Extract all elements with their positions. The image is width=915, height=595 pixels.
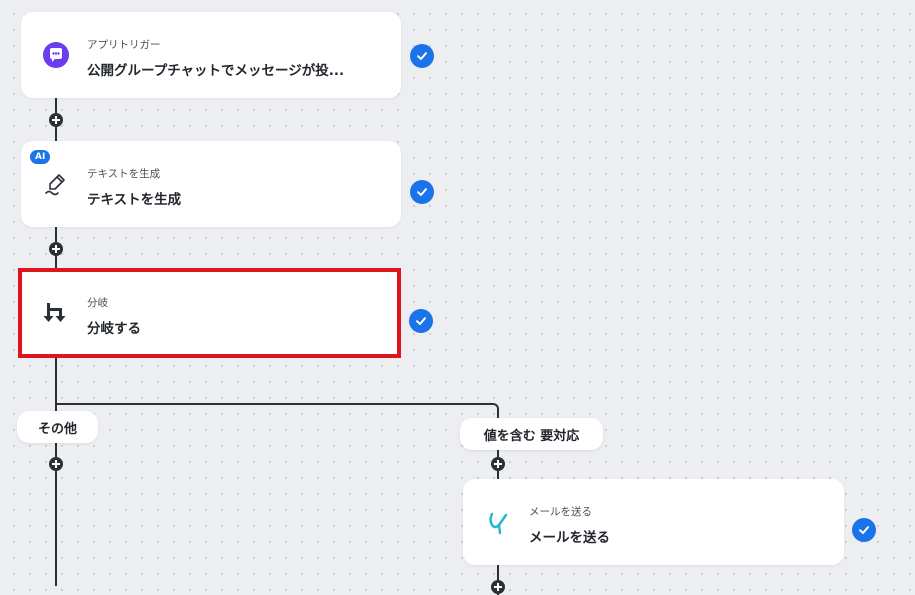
pen-writing-icon — [41, 169, 71, 199]
mail-send-icon — [483, 507, 513, 537]
mail-step-card[interactable]: メールを送る メールを送る — [463, 479, 844, 565]
branch-label-other[interactable]: その他 — [17, 411, 98, 443]
chat-bubble-icon — [41, 40, 71, 70]
add-step-button[interactable] — [491, 457, 505, 471]
branch-label-condition[interactable]: 値を含む 要対応 — [460, 418, 603, 450]
completed-check-icon — [409, 309, 433, 333]
step-title: テキストを生成 — [87, 192, 182, 208]
add-step-button[interactable] — [491, 580, 505, 594]
selection-highlight — [18, 268, 401, 358]
flow-line-corner — [489, 403, 499, 413]
ai-badge: AI — [30, 150, 51, 164]
add-step-button[interactable] — [49, 113, 63, 127]
step-title: 公開グループチャットでメッセージが投... — [87, 63, 345, 79]
flow-line — [55, 403, 492, 405]
step-type-label: メールを送る — [529, 506, 592, 518]
ai-text-step-card[interactable]: AI テキストを生成 テキストを生成 — [21, 141, 401, 227]
step-title: メールを送る — [529, 530, 610, 546]
completed-check-icon — [410, 44, 434, 68]
trigger-step-card[interactable]: アプリトリガー 公開グループチャットでメッセージが投... — [21, 12, 401, 98]
completed-check-icon — [852, 518, 876, 542]
completed-check-icon — [410, 180, 434, 204]
add-step-button[interactable] — [49, 457, 63, 471]
step-type-label: アプリトリガー — [87, 39, 161, 51]
flow-line — [55, 356, 57, 586]
add-step-button[interactable] — [49, 242, 63, 256]
step-type-label: テキストを生成 — [87, 168, 161, 180]
